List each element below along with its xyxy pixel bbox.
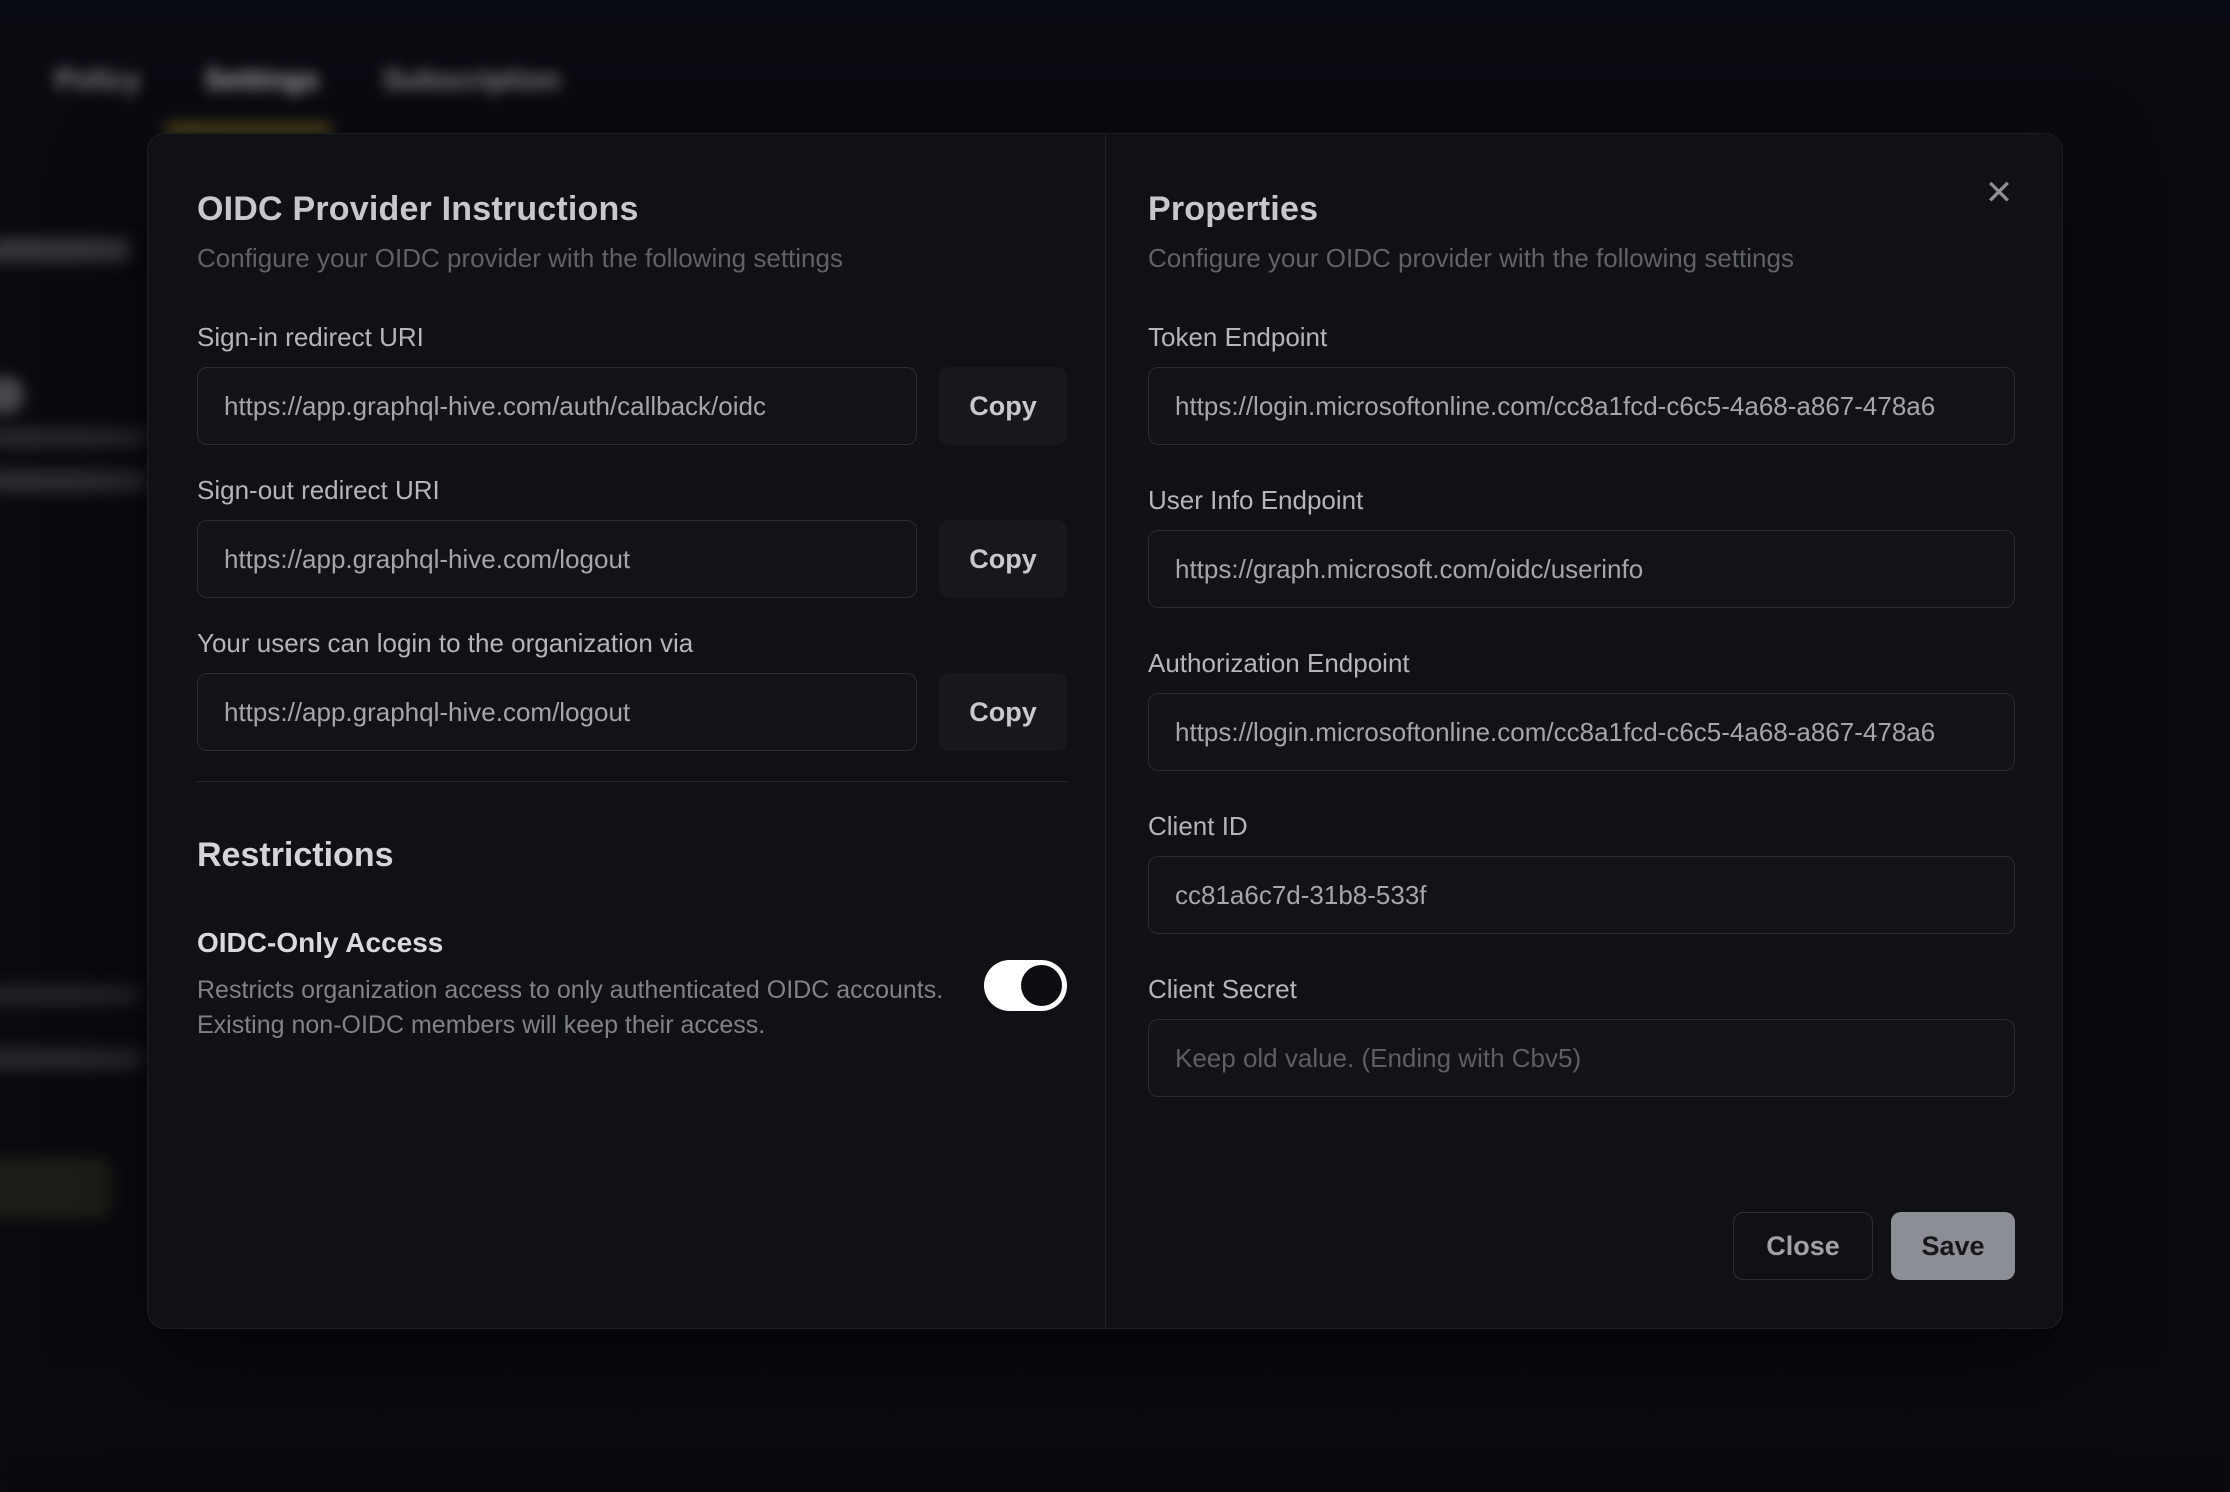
panel-title: OIDC Provider Instructions: [197, 190, 1067, 229]
background-tab-bar: Policy Settings Subscription: [55, 64, 560, 97]
user-info-endpoint-label: User Info Endpoint: [1148, 485, 2015, 516]
blurred-text-fragment: [0, 985, 140, 1005]
tab-policy[interactable]: Policy: [55, 64, 140, 97]
client-id-input[interactable]: [1148, 856, 2015, 934]
blurred-text-fragment: [0, 428, 146, 448]
client-secret-label: Client Secret: [1148, 974, 2015, 1005]
background-bottom-band: [0, 1452, 2230, 1492]
authorization-endpoint-label: Authorization Endpoint: [1148, 648, 2015, 679]
organization-login-url-field: Your users can login to the organization…: [197, 628, 1067, 751]
client-id-field: Client ID: [1148, 811, 2015, 934]
token-endpoint-field: Token Endpoint: [1148, 322, 2015, 445]
tab-subscription[interactable]: Subscription: [383, 64, 560, 97]
token-endpoint-label: Token Endpoint: [1148, 322, 2015, 353]
panel-subtitle: Configure your OIDC provider with the fo…: [197, 243, 1067, 274]
oidc-only-access-label: OIDC-Only Access: [197, 927, 943, 959]
tab-settings[interactable]: Settings: [204, 64, 318, 97]
oidc-only-access-texts: OIDC-Only Access Restricts organization …: [197, 927, 943, 1043]
blurred-text-fragment: [0, 1048, 142, 1070]
client-id-label: Client ID: [1148, 811, 2015, 842]
user-info-endpoint-field: User Info Endpoint: [1148, 485, 2015, 608]
client-secret-field: Client Secret: [1148, 974, 2015, 1097]
dialog-footer: Close Save: [1148, 1212, 2015, 1280]
blurred-text-fragment: [0, 238, 130, 262]
panel-title: Properties: [1148, 190, 2015, 229]
section-divider: [197, 781, 1067, 782]
properties-panel: Properties Configure your OIDC provider …: [1106, 134, 2062, 1328]
blurred-button-fragment: [0, 1158, 112, 1218]
sign-out-redirect-uri-label: Sign-out redirect URI: [197, 475, 1067, 506]
blurred-text-fragment: [0, 470, 146, 492]
client-secret-input[interactable]: [1148, 1019, 2015, 1097]
sign-in-redirect-uri-label: Sign-in redirect URI: [197, 322, 1067, 353]
blurred-avatar-fragment: [0, 376, 24, 414]
oidc-settings-dialog: ✕ OIDC Provider Instructions Configure y…: [147, 133, 2063, 1329]
oidc-instructions-panel: OIDC Provider Instructions Configure you…: [148, 134, 1106, 1328]
panel-subtitle: Configure your OIDC provider with the fo…: [1148, 243, 2015, 274]
authorization-endpoint-field: Authorization Endpoint: [1148, 648, 2015, 771]
restrictions-title: Restrictions: [197, 836, 1067, 875]
token-endpoint-input[interactable]: [1148, 367, 2015, 445]
sign-out-redirect-uri-input[interactable]: [197, 520, 917, 598]
save-button[interactable]: Save: [1891, 1212, 2015, 1280]
sign-out-redirect-uri-field: Sign-out redirect URI Copy: [197, 475, 1067, 598]
copy-button[interactable]: Copy: [939, 673, 1067, 751]
toggle-knob: [1021, 965, 1062, 1006]
oidc-only-access-toggle[interactable]: [984, 960, 1067, 1011]
oidc-only-access-description: Restricts organization access to only au…: [197, 973, 943, 1043]
active-tab-underline: [165, 124, 332, 133]
organization-login-url-input[interactable]: [197, 673, 917, 751]
close-icon[interactable]: ✕: [1976, 170, 2022, 216]
copy-button[interactable]: Copy: [939, 367, 1067, 445]
sign-in-redirect-uri-input[interactable]: [197, 367, 917, 445]
copy-button[interactable]: Copy: [939, 520, 1067, 598]
oidc-only-access-row: OIDC-Only Access Restricts organization …: [197, 927, 1067, 1043]
organization-login-url-label: Your users can login to the organization…: [197, 628, 1067, 659]
user-info-endpoint-input[interactable]: [1148, 530, 2015, 608]
close-button[interactable]: Close: [1733, 1212, 1873, 1280]
authorization-endpoint-input[interactable]: [1148, 693, 2015, 771]
sign-in-redirect-uri-field: Sign-in redirect URI Copy: [197, 322, 1067, 445]
